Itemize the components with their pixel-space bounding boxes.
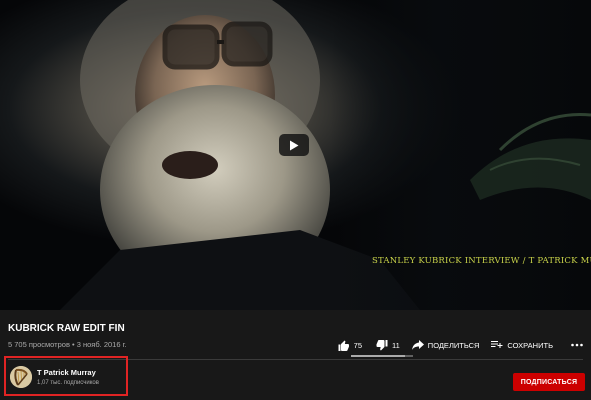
more-horizontal-icon [571,343,583,347]
subscribe-button[interactable]: ПОДПИСАТЬСЯ [513,373,585,391]
subscriber-count: 1,07 тыс. подписчиков [37,380,99,386]
like-ratio-fill [351,355,405,357]
video-info: KUBRICK RAW EDIT FIN 5 705 просмотров • … [0,310,591,400]
thumbs-down-icon [376,339,388,351]
video-overlay-caption: STANLEY KUBRICK INTERVIEW / T PATRICK MU… [372,256,591,266]
play-button[interactable] [279,134,309,156]
video-player[interactable]: STANLEY KUBRICK INTERVIEW / T PATRICK MU… [0,0,591,310]
harp-icon [10,366,32,388]
share-button[interactable]: ПОДЕЛИТЬСЯ [411,340,480,350]
save-label: СОХРАНИТЬ [507,340,553,350]
share-label: ПОДЕЛИТЬСЯ [427,340,480,350]
share-icon [411,340,424,350]
playlist-add-icon [491,341,503,348]
dislike-count: 11 [392,340,400,350]
video-meta: 5 705 просмотров • 3 нояб. 2016 г. [8,340,127,349]
more-actions-button[interactable] [571,343,583,347]
dislike-button[interactable]: 11 [376,339,400,351]
save-button[interactable]: СОХРАНИТЬ [491,340,553,350]
like-button[interactable]: 75 [338,340,362,351]
channel-name[interactable]: T Patrick Murray [37,368,96,377]
video-title: KUBRICK RAW EDIT FIN [8,323,125,334]
channel-avatar[interactable] [10,366,32,388]
play-icon [290,140,299,150]
thumbs-up-icon [338,340,349,351]
like-count: 75 [353,340,362,350]
video-actions: 75 11 ПОДЕЛИТЬСЯ СОХРАНИТЬ [338,337,583,353]
watch-page: STANLEY KUBRICK INTERVIEW / T PATRICK MU… [0,0,591,400]
like-ratio-bar [351,355,413,357]
